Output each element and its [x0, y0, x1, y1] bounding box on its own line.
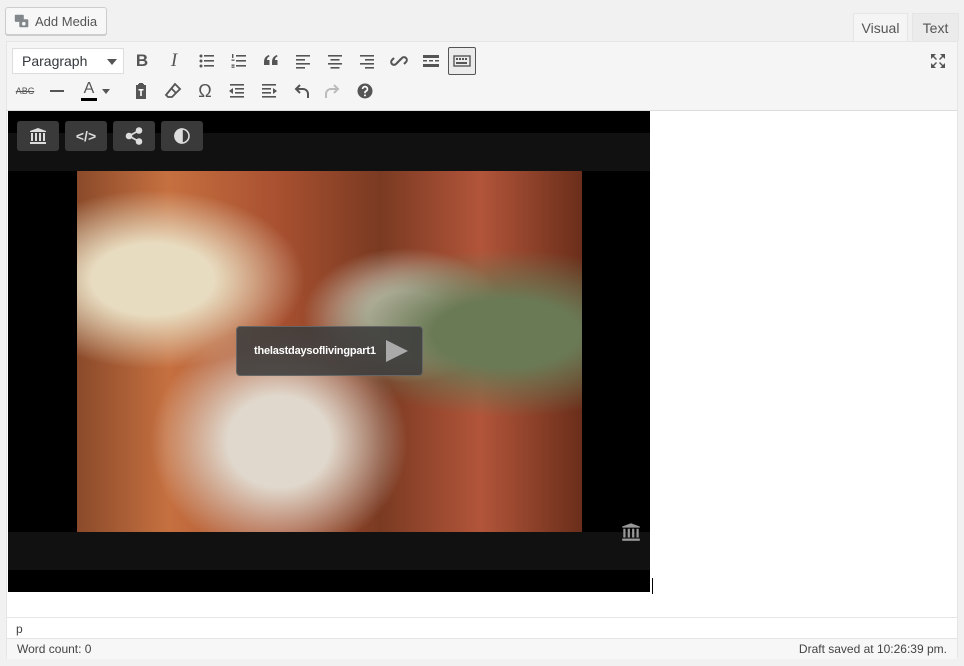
share-button[interactable]: [113, 121, 155, 151]
paste-as-text-button[interactable]: [127, 77, 155, 105]
bulleted-list-button[interactable]: [193, 47, 221, 75]
clear-formatting-button[interactable]: [159, 77, 187, 105]
toolbar-toggle-icon: [453, 55, 471, 67]
format-select-value: Paragraph: [22, 53, 88, 69]
indent-button[interactable]: [255, 77, 283, 105]
share-icon: [125, 127, 143, 145]
redo-button[interactable]: [319, 77, 347, 105]
align-right-icon: [360, 55, 374, 69]
video-bottom-bar: [8, 532, 650, 570]
outdent-button[interactable]: [223, 77, 251, 105]
archive-icon: [30, 128, 46, 144]
text-color-swatch: [81, 98, 97, 101]
archive-logo-icon[interactable]: [620, 521, 642, 543]
paste-as-text-icon: [136, 83, 146, 99]
link-icon: [390, 56, 408, 66]
path-item[interactable]: p: [16, 622, 23, 636]
text-color-dropdown[interactable]: [99, 77, 113, 105]
special-character-button[interactable]: Ω: [191, 77, 219, 105]
read-more-icon: [423, 55, 439, 67]
chevron-down-icon: [102, 88, 110, 94]
horizontal-line-button[interactable]: [43, 77, 71, 105]
bold-icon: B: [135, 51, 149, 70]
add-media-label: Add Media: [35, 13, 98, 29]
fullscreen-icon: [931, 54, 945, 68]
strikethrough-icon: ABC: [15, 86, 35, 96]
status-bar: Word count: 0 Draft saved at 10:26:39 pm…: [7, 638, 957, 659]
tab-text-label: Text: [922, 19, 949, 36]
video-play-button[interactable]: thelastdaysoflivingpart1: [236, 326, 423, 376]
link-button[interactable]: [385, 47, 413, 75]
embed-code-button[interactable]: </>: [65, 121, 107, 151]
draft-saved-status: Draft saved at 10:26:39 pm.: [798, 642, 947, 656]
help-button[interactable]: [351, 77, 379, 105]
add-media-button[interactable]: Add Media: [5, 7, 107, 35]
embedded-video[interactable]: </> thelastdaysoflivingpart1: [8, 111, 650, 592]
numbered-list-button[interactable]: [225, 47, 253, 75]
horizontal-line-icon: [50, 90, 64, 92]
italic-icon: I: [170, 50, 178, 71]
align-center-button[interactable]: [321, 47, 349, 75]
theater-mode-icon: [174, 128, 190, 144]
text-cursor: [652, 578, 653, 594]
blockquote-icon: [264, 55, 278, 65]
undo-icon: [294, 84, 309, 98]
distraction-free-button[interactable]: [924, 47, 952, 75]
numbered-list-icon: [231, 54, 246, 68]
text-color-icon: A: [81, 81, 97, 101]
video-title: thelastdaysoflivingpart1: [254, 345, 376, 357]
editor: Paragraph B I ABC A Ω </> thelastdaysofl…: [6, 41, 958, 659]
strikethrough-button[interactable]: ABC: [11, 77, 39, 105]
redo-icon: [325, 84, 340, 98]
outdent-icon: [229, 84, 244, 98]
help-icon: [357, 83, 373, 99]
play-icon: [385, 340, 408, 362]
indent-icon: [262, 84, 277, 98]
bulleted-list-icon: [199, 54, 214, 68]
tab-visual-label: Visual: [861, 20, 900, 36]
editor-toolbar: Paragraph B I ABC A Ω: [7, 42, 957, 111]
italic-button[interactable]: I: [160, 47, 188, 75]
read-more-button[interactable]: [417, 47, 445, 75]
align-left-icon: [296, 55, 310, 69]
embed-code-icon: </>: [75, 128, 97, 144]
align-center-icon: [328, 55, 342, 69]
special-character-icon: Ω: [198, 80, 212, 101]
undo-button[interactable]: [287, 77, 315, 105]
bold-button[interactable]: B: [128, 47, 156, 75]
align-right-button[interactable]: [353, 47, 381, 75]
format-select[interactable]: Paragraph: [12, 48, 124, 74]
chevron-down-icon: [107, 59, 117, 65]
tab-visual[interactable]: Visual: [853, 13, 908, 42]
text-color-letter: A: [83, 80, 95, 97]
theater-mode-button[interactable]: [161, 121, 203, 151]
word-count: Word count: 0: [17, 642, 92, 656]
blockquote-button[interactable]: [257, 47, 285, 75]
clear-formatting-icon: [164, 82, 182, 98]
tab-text[interactable]: Text: [912, 13, 959, 41]
element-path: p: [7, 617, 957, 638]
media-icon: [14, 14, 29, 28]
archive-button[interactable]: [17, 121, 59, 151]
toolbar-toggle-button[interactable]: [448, 47, 476, 75]
editor-content[interactable]: </> thelastdaysoflivingpart1: [7, 111, 957, 617]
align-left-button[interactable]: [289, 47, 317, 75]
